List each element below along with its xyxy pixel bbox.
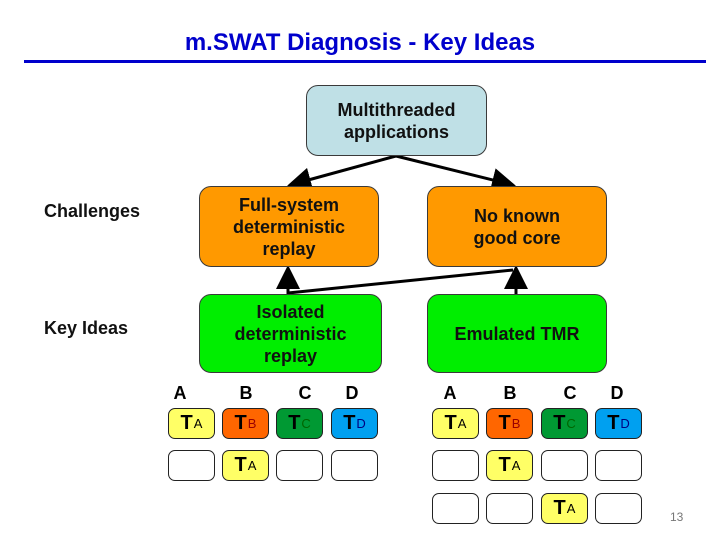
thread-subscript: C [301,416,311,431]
thread-cell-ta: TA [168,408,215,439]
thread-letter: T [234,454,247,476]
empty-cell [595,450,642,481]
thread-letter: T [180,412,193,434]
key-idea-box-label: Isolated deterministic replay [234,301,347,366]
thread-subscript: B [247,416,257,431]
key-idea-box-label: Emulated TMR [454,323,580,344]
thread-subscript: A [511,458,521,473]
column-label-d: D [610,383,624,403]
row-label-key-ideas: Key Ideas [44,318,129,338]
thread-letter: T [234,412,247,434]
challenge-box-label: Full-system deterministic replay [232,194,346,259]
thread-subscript: C [566,416,576,431]
line-isolated-to-no-good-core [287,268,514,295]
column-label-b: B [239,383,253,403]
thread-cell-ta: TA [432,408,479,439]
thread-cell-tb: TB [486,408,533,439]
arrow-root-to-no-good-core [395,154,516,192]
thread-cell-td: TD [331,408,378,439]
page-number: 13 [670,510,684,524]
thread-cell-ta: TA [541,493,588,524]
thread-cell-tc: TC [541,408,588,439]
column-label-b: B [503,383,517,403]
arrow-root-to-full-system [287,154,397,192]
thread-letter: T [498,412,511,434]
thread-cell-td: TD [595,408,642,439]
row-label-challenges: Challenges [44,201,141,221]
thread-cell-ta: TA [222,450,269,481]
thread-letter: T [498,454,511,476]
empty-cell [331,450,378,481]
key-idea-box-emulated-tmr: Emulated TMR [427,294,607,373]
challenge-box-full-system-replay: Full-system deterministic replay [199,186,379,267]
thread-cell-tc: TC [276,408,323,439]
column-label-c: C [563,383,577,403]
thread-letter: T [607,412,620,434]
challenge-box-label: No known good core [473,205,561,248]
column-label-c: C [298,383,312,403]
empty-cell [168,450,215,481]
empty-cell [541,450,588,481]
thread-letter: T [444,412,457,434]
thread-subscript: D [356,416,366,431]
empty-cell [432,493,479,524]
thread-subscript: B [511,416,521,431]
column-label-d: D [345,383,359,403]
thread-letter: T [343,412,356,434]
thread-subscript: A [566,501,576,516]
thread-letter: T [553,497,566,519]
thread-subscript: D [620,416,630,431]
empty-cell [276,450,323,481]
column-label-a: A [443,383,457,403]
thread-letter: T [553,412,566,434]
thread-subscript: A [193,416,203,431]
thread-subscript: A [247,458,257,473]
root-box-multithreaded-applications: Multithreaded applications [306,85,487,156]
thread-cell-tb: TB [222,408,269,439]
empty-cell [486,493,533,524]
thread-subscript: A [457,416,467,431]
thread-cell-ta: TA [486,450,533,481]
empty-cell [432,450,479,481]
challenge-box-no-known-good-core: No known good core [427,186,607,267]
key-idea-box-isolated-replay: Isolated deterministic replay [199,294,382,373]
empty-cell [595,493,642,524]
column-label-a: A [173,383,187,403]
thread-letter: T [288,412,301,434]
root-box-label: Multithreaded applications [337,99,456,142]
